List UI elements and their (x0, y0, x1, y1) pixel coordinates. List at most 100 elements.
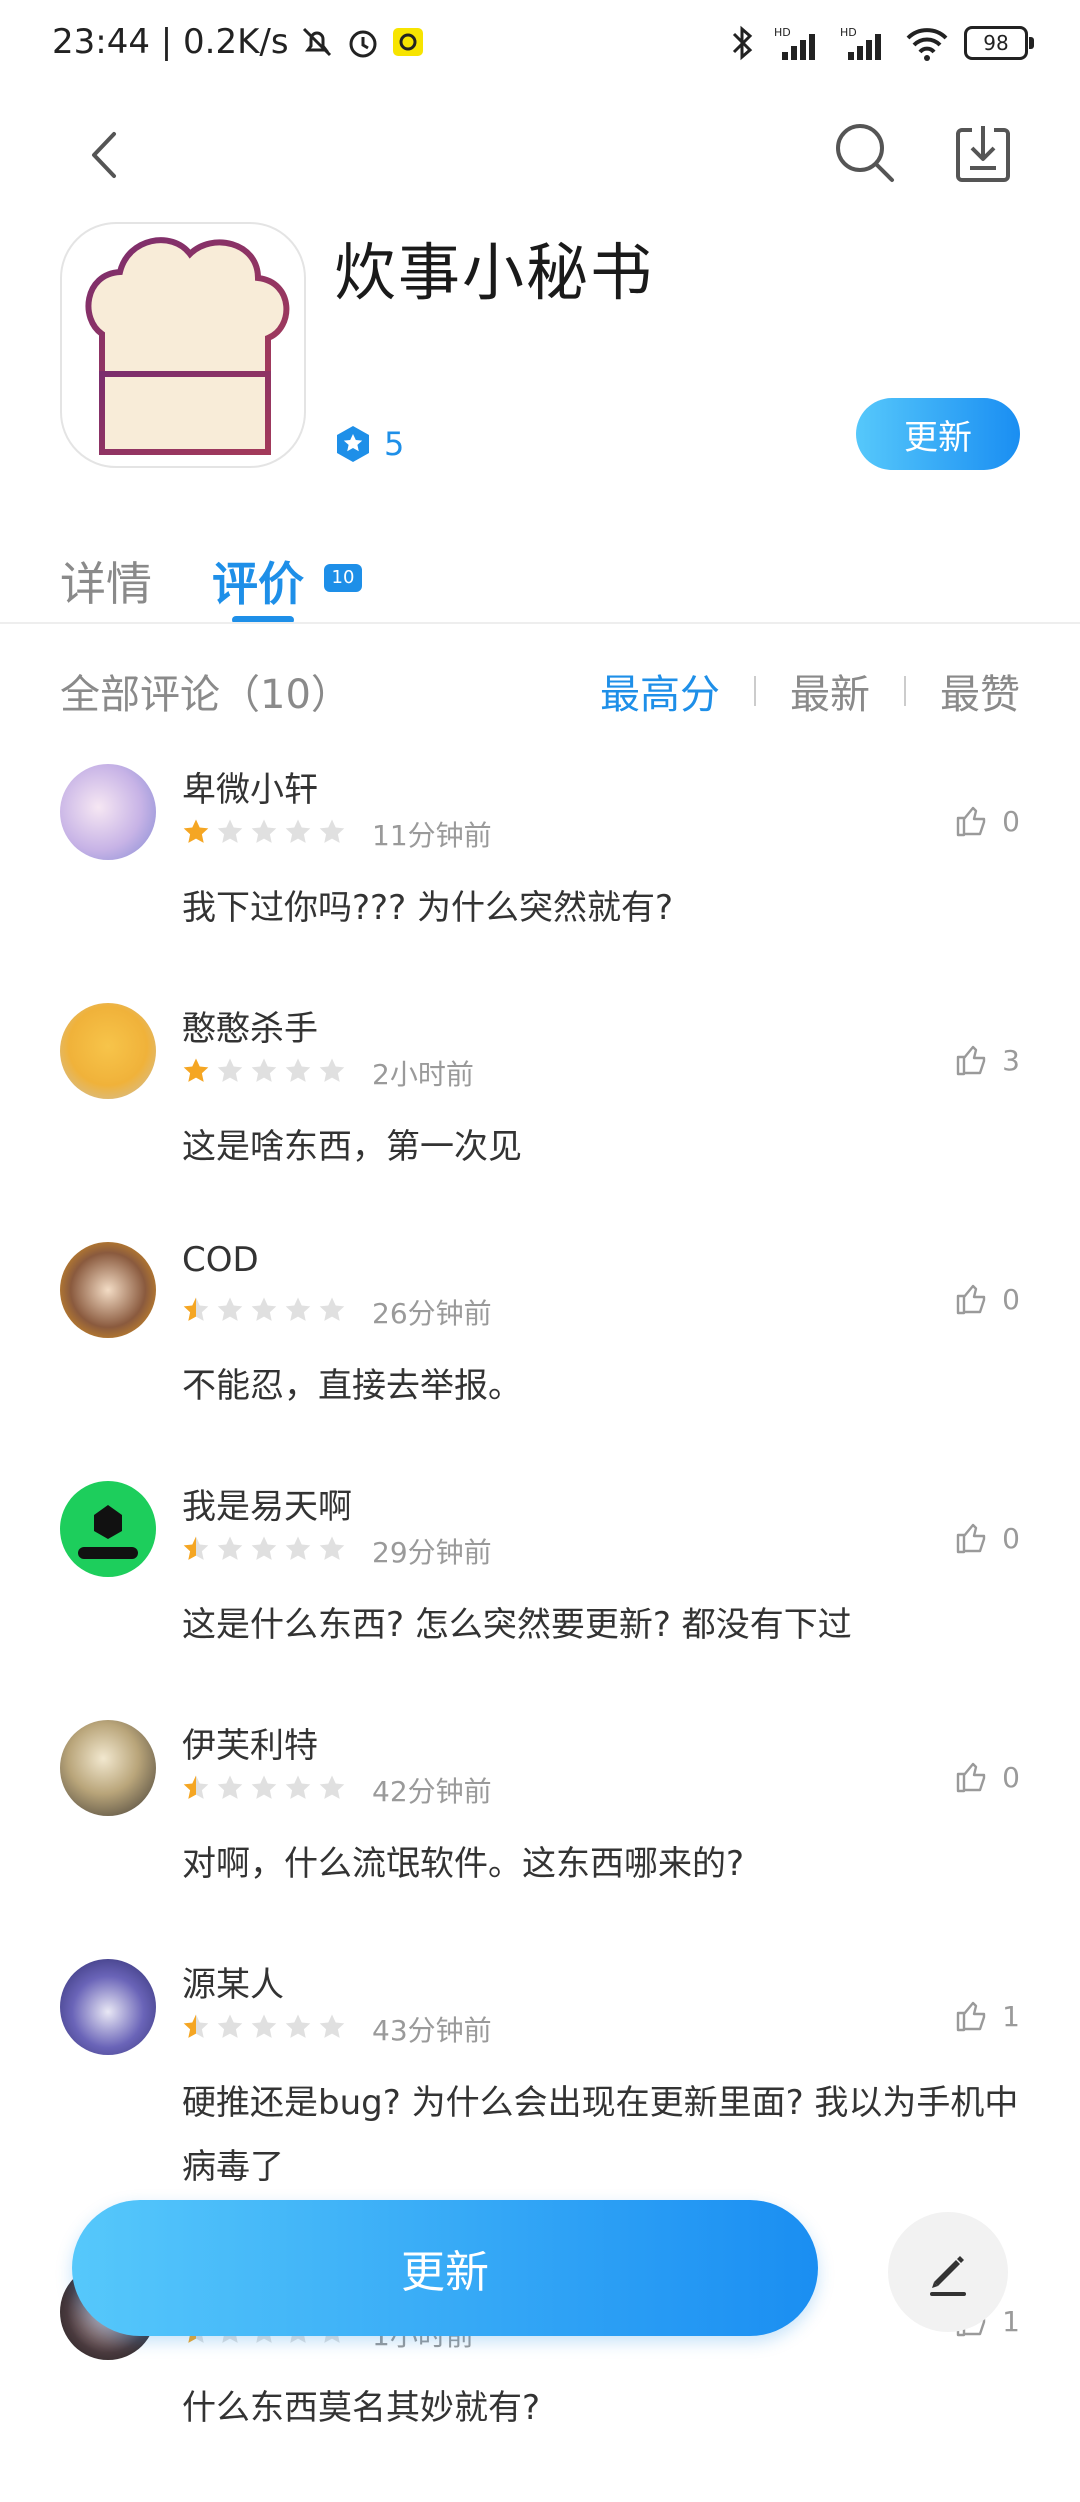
star-rating (182, 1774, 346, 1802)
star-icon (217, 1058, 243, 1082)
star-icon (183, 1297, 209, 1321)
avatar-graphic (78, 1505, 138, 1559)
star-icon (319, 819, 345, 843)
avatar (60, 1959, 156, 2055)
bluetooth-icon (732, 25, 753, 61)
star-icon (319, 1297, 345, 1321)
avatar (60, 1242, 156, 1338)
review-text: 不能忍，直接去举报。 (182, 1366, 522, 1406)
avatar (60, 1481, 156, 1577)
reviewer-name[interactable]: 我是易天啊 (182, 1479, 352, 1528)
thumbs-up-icon (956, 1284, 986, 1315)
reviewer-name[interactable]: 卑微小轩 (182, 762, 318, 811)
app-notification-icon (392, 28, 423, 56)
avatar (60, 1720, 156, 1816)
sort-most-liked[interactable]: 最赞 (940, 662, 1020, 720)
signal-hd-icon: HD (774, 26, 815, 60)
search-icon[interactable] (830, 118, 900, 188)
star-icon (183, 1536, 209, 1560)
review-time: 11分钟前 (372, 819, 492, 852)
sort-divider (754, 676, 756, 706)
app-icon (60, 222, 306, 468)
update-button-bottom[interactable]: 更新 (72, 2200, 818, 2336)
review-text: 我下过你吗??? 为什么突然就有? (182, 888, 673, 928)
star-icon (285, 1058, 311, 1082)
svg-text:HD: HD (774, 26, 791, 39)
star-icon (251, 1775, 277, 1799)
review-item: 源某人 43分钟前 1 硬推还是bug? 为什么会出现在更新里面? 我以为手机中… (0, 1959, 1080, 2197)
star-icon (285, 1297, 311, 1321)
reviews-count-badge: 10 (324, 564, 362, 592)
thumbs-up-icon (956, 1523, 986, 1554)
review-item: 憨憨杀手 2小时前 3 这是啥东西，第一次见 (0, 1003, 1080, 1241)
review-time: 42分钟前 (372, 1775, 492, 1808)
star-icon (285, 819, 311, 843)
review-item: 卑微小轩 11分钟前 0 我下过你吗??? 为什么突然就有? (0, 764, 1080, 1002)
star-icon (183, 1058, 209, 1082)
star-rating (182, 1296, 346, 1324)
wifi-icon (906, 28, 948, 61)
star-icon (319, 1058, 345, 1082)
battery-icon: 98 (964, 26, 1034, 60)
like-button[interactable]: 0 (954, 1521, 1020, 1555)
svg-text:HD: HD (840, 26, 857, 39)
review-item: COD 26分钟前 0 不能忍，直接去举报。 (0, 1240, 1080, 1480)
star-icon (251, 819, 277, 843)
star-rating (182, 1535, 346, 1563)
star-rating (182, 2013, 346, 2041)
like-count: 1 (1002, 1999, 1020, 2033)
sort-highest-score[interactable]: 最高分 (600, 662, 720, 720)
review-time: 29分钟前 (372, 1536, 492, 1569)
sort-options: 最高分 最新 最赞 (600, 662, 1020, 720)
thumbs-up-icon (956, 2001, 986, 2032)
thumbs-up-icon (956, 1762, 986, 1793)
reviewer-name[interactable]: COD (182, 1240, 259, 1280)
sort-newest[interactable]: 最新 (790, 662, 870, 720)
like-count: 0 (1002, 1521, 1020, 1555)
reviewer-name[interactable]: 伊芙利特 (182, 1718, 318, 1767)
battery-level: 98 (983, 31, 1009, 55)
like-button[interactable]: 3 (954, 1043, 1020, 1077)
write-review-button[interactable] (888, 2212, 1008, 2332)
status-time-speed: 23:44 | 0.2K/s (52, 22, 289, 62)
review-text: 什么东西莫名其妙就有? (182, 2388, 541, 2428)
avatar (60, 764, 156, 860)
star-icon (217, 1297, 243, 1321)
review-item: 伊芙利特 42分钟前 0 对啊，什么流氓软件。这东西哪来的? (0, 1720, 1080, 1958)
status-right: HD HD 98 (728, 24, 1034, 62)
star-icon (217, 1775, 243, 1799)
sort-divider (904, 676, 906, 706)
star-icon (251, 1058, 277, 1082)
review-text: 对啊，什么流氓软件。这东西哪来的? (182, 1844, 745, 1884)
review-text: 硬推还是bug? 为什么会出现在更新里面? 我以为手机中病毒了 (182, 2083, 1019, 2187)
like-count: 1 (1002, 2304, 1020, 2338)
star-icon (183, 2014, 209, 2038)
like-count: 0 (1002, 1282, 1020, 1316)
update-button-top[interactable]: 更新 (856, 398, 1020, 470)
like-button[interactable]: 0 (954, 804, 1020, 838)
tab-reviews[interactable]: 评价 (212, 548, 304, 614)
reviewer-name[interactable]: 源某人 (182, 1957, 284, 2006)
like-count: 0 (1002, 804, 1020, 838)
review-item: 我是易天啊 29分钟前 0 这是什么东西? 怎么突然要更新? 都没有下过 (0, 1481, 1080, 1719)
avatar (60, 1003, 156, 1099)
star-icon (217, 819, 243, 843)
star-icon (217, 1536, 243, 1560)
star-icon (251, 1297, 277, 1321)
like-button[interactable]: 1 (954, 1999, 1020, 2033)
review-time: 43分钟前 (372, 2014, 492, 2047)
like-button[interactable]: 0 (954, 1760, 1020, 1794)
back-button[interactable] (70, 120, 140, 190)
thumbs-up-icon (956, 1045, 986, 1076)
like-button[interactable]: 0 (954, 1282, 1020, 1316)
star-icon (319, 2014, 345, 2038)
tab-details[interactable]: 详情 (60, 548, 152, 614)
download-manager-icon[interactable] (948, 118, 1018, 188)
review-time: 2小时前 (372, 1058, 474, 1091)
status-bar: 23:44 | 0.2K/s HD HD 98 (0, 0, 1080, 96)
star-icon (285, 1536, 311, 1560)
reviewer-name[interactable]: 憨憨杀手 (182, 1001, 318, 1050)
star-icon (285, 2014, 311, 2038)
star-rating (182, 818, 346, 846)
star-icon (183, 1775, 209, 1799)
